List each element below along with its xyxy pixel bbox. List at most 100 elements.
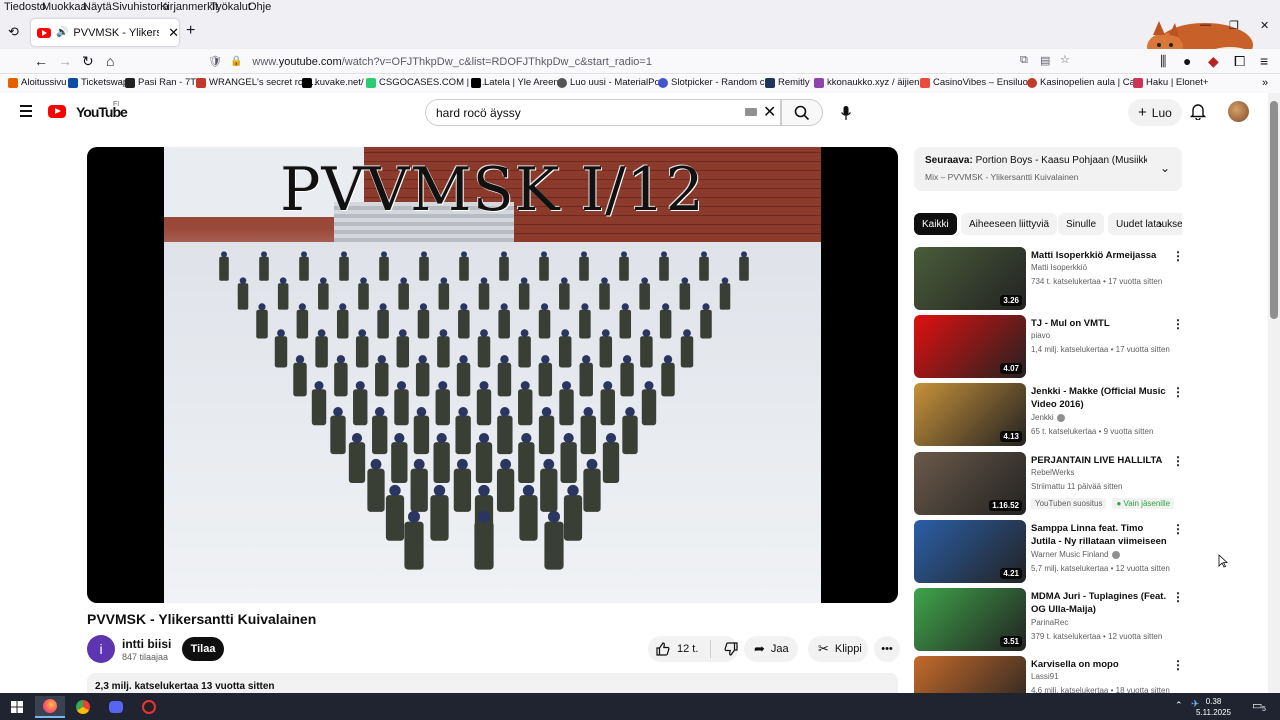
video-player[interactable]: PVVMSK I/12 <box>87 147 898 603</box>
taskbar-firefox-icon[interactable] <box>35 696 65 718</box>
menu-file[interactable]: Tiedosto <box>4 1 46 13</box>
recommendation-title[interactable]: PERJANTAIN LIVE HALLILTA <box>1031 454 1169 467</box>
bookmark-item[interactable]: Aloitussivu <box>8 77 66 88</box>
menu-help[interactable]: Ohje <box>248 1 271 13</box>
bookmark-item[interactable]: CasinoVibes – Ensiluo... <box>920 77 1036 88</box>
menu-tools[interactable]: Työkalut <box>210 1 251 13</box>
recommendation-channel[interactable]: RebelWerks <box>1031 468 1074 477</box>
recommendation-card[interactable]: 4.07 TJ - Mul on VMTL piavo 1,4 milj. katse… <box>914 315 1184 379</box>
more-options-icon[interactable]: ⋮ <box>1172 317 1184 331</box>
extension-icon[interactable]: ◆ <box>1208 53 1219 70</box>
reload-icon[interactable]: ↻ <box>82 53 94 70</box>
search-button[interactable] <box>781 99 823 126</box>
chevron-down-icon[interactable]: ⌄ <box>1160 161 1170 175</box>
recommendation-channel[interactable]: Warner Music Finland <box>1031 550 1120 559</box>
more-options-icon[interactable]: ⋮ <box>1172 522 1184 536</box>
tab-active[interactable]: 🔊 PVVMSK - Ylikersantti K ✕ <box>31 19 179 46</box>
speaker-icon[interactable]: 🔊 <box>56 27 68 38</box>
channel-name[interactable]: intti biisi <box>122 637 171 651</box>
notifications-bell-icon[interactable] <box>1190 103 1206 120</box>
recommendation-channel[interactable]: piavo <box>1031 331 1050 340</box>
chip-all[interactable]: Kaikki <box>914 213 957 235</box>
bookmark-item[interactable]: Kasinopelien aula | Ca... <box>1027 77 1143 88</box>
lock-icon[interactable]: 🔒 <box>230 56 242 67</box>
chip-for-you[interactable]: Sinulle <box>1058 213 1105 235</box>
subscribe-button[interactable]: Tilaa <box>182 637 224 661</box>
recommendation-card[interactable]: 4.21 Samppa Linna feat. Timo Jutila - Ny … <box>914 520 1184 584</box>
hamburger-menu-icon[interactable] <box>20 105 32 120</box>
firefox-view-icon[interactable]: ⟲ <box>8 24 19 40</box>
recommendation-channel[interactable]: Matti Isoperkkiö <box>1031 263 1087 272</box>
menu-icon[interactable]: ≡ <box>1260 53 1268 69</box>
chip-recent-uploads[interactable]: Uudet lataukset <box>1108 213 1182 235</box>
extensions-puzzle-icon[interactable]: ⧠ <box>1234 53 1245 70</box>
more-options-icon[interactable]: ⋮ <box>1172 385 1184 399</box>
video-thumbnail[interactable]: 1.16.52 <box>914 452 1026 515</box>
new-tab-button[interactable]: + <box>186 22 195 40</box>
recommendation-channel[interactable]: ParinaRec <box>1031 618 1068 627</box>
windows-start-icon[interactable] <box>2 696 32 718</box>
notifications-icon[interactable]: ▭ <box>1252 699 1262 712</box>
menu-view[interactable]: Näytä <box>83 1 112 13</box>
like-button[interactable]: 12 t. <box>648 642 704 656</box>
recommendation-title[interactable]: TJ - Mul on VMTL <box>1031 317 1169 330</box>
tracking-protection-icon[interactable]: 🛡 <box>208 55 222 68</box>
bookmark-item[interactable]: Luo uusi - MaterialPot <box>557 77 662 88</box>
up-next-panel[interactable]: Seuraava: Portion Boys - Kaasu Pohjaan (… <box>914 147 1182 191</box>
taskbar-clock[interactable]: 0.38 5.11.2025 <box>1196 696 1231 718</box>
close-tab-icon[interactable]: ✕ <box>168 25 179 41</box>
minimize-icon[interactable]: — <box>1200 19 1211 31</box>
restore-icon[interactable]: ❐ <box>1229 19 1239 32</box>
taskbar-discord-icon[interactable] <box>101 696 131 718</box>
recommendation-title[interactable]: MDMA Juri - Tuplagines (Feat. OG Ulla-Ma… <box>1031 590 1169 616</box>
user-avatar[interactable] <box>1228 101 1249 122</box>
chevron-right-icon[interactable]: › <box>1158 216 1162 231</box>
keyboard-icon[interactable] <box>745 108 757 116</box>
recommendation-title[interactable]: Karvisella on mopo <box>1031 658 1169 671</box>
recommendation-card[interactable]: 3.51 MDMA Juri - Tuplagines (Feat. OG Ull… <box>914 588 1184 652</box>
bookmark-item[interactable]: CSGOCASES.COM | O... <box>366 77 487 88</box>
video-thumbnail[interactable]: 4.07 <box>914 315 1026 378</box>
bookmark-star-icon[interactable]: ☆ <box>1060 53 1070 66</box>
scrollbar-thumb[interactable] <box>1270 101 1278 319</box>
back-icon[interactable]: ← <box>34 53 48 69</box>
bookmark-item[interactable]: Remitly <box>765 77 810 88</box>
share-button[interactable]: ➦ Jaa <box>744 636 798 662</box>
recommendation-title[interactable]: Jenkki - Makke (Official Music Video 201… <box>1031 385 1169 411</box>
tray-expand-icon[interactable]: ⌃ <box>1175 700 1183 711</box>
chip-related[interactable]: Aiheeseen liittyviä <box>961 213 1058 235</box>
window-close-icon[interactable]: ✕ <box>1260 19 1269 32</box>
clear-search-icon[interactable]: ✕ <box>763 102 776 122</box>
bookmark-item[interactable]: Slotpicker - Random c... <box>658 77 772 88</box>
dislike-button[interactable] <box>717 642 738 656</box>
home-icon[interactable]: ⌂ <box>106 53 114 69</box>
forward-icon[interactable]: → <box>58 53 72 69</box>
recommendation-title[interactable]: Matti Isoperkkiö Armeijassa <box>1031 249 1169 262</box>
bookmark-item[interactable]: Ticketswap <box>68 77 128 88</box>
bookmark-item[interactable]: Pasi Ran - 7TV <box>125 77 202 88</box>
more-options-icon[interactable]: ⋮ <box>1172 454 1184 468</box>
bookmark-item[interactable]: Haku | Elonet+ <box>1133 77 1208 88</box>
taskbar-app-icon[interactable] <box>134 696 164 718</box>
bookmark-item[interactable]: Latela | Yle Areena <box>471 77 564 88</box>
bookmark-item[interactable]: WRANGEL's secret roo... <box>196 77 316 88</box>
voice-search-button[interactable] <box>831 99 861 126</box>
bookmark-item[interactable]: kuvake.net/ <box>302 77 364 88</box>
library-icon[interactable]: ⫼ <box>1160 53 1166 70</box>
bookmarks-overflow-icon[interactable]: » <box>1262 77 1268 89</box>
video-thumbnail[interactable]: 3.51 <box>914 588 1026 651</box>
more-options-icon[interactable]: ⋮ <box>1172 590 1184 604</box>
create-button[interactable]: + Luo <box>1128 99 1182 126</box>
taskbar-chrome-icon[interactable] <box>68 696 98 718</box>
url-bar[interactable]: 🛡 🔒 www.youtube.com/watch?v=OFJThkpDw_c&… <box>200 51 1080 72</box>
recommendation-channel[interactable]: Jenkki <box>1031 413 1065 422</box>
translate-icon[interactable]: ⧉ <box>1020 54 1028 67</box>
account-icon[interactable]: ● <box>1183 53 1191 69</box>
recommendation-card[interactable]: 3.26 Matti Isoperkkiö Armeijassa Matti Iso… <box>914 247 1184 311</box>
video-thumbnail[interactable]: 4.21 <box>914 520 1026 583</box>
clip-button[interactable]: ✂ Klippi <box>808 636 868 662</box>
recommendation-title[interactable]: Samppa Linna feat. Timo Jutila - Ny rill… <box>1031 522 1169 548</box>
video-thumbnail[interactable]: 3.26 <box>914 247 1026 310</box>
more-options-icon[interactable]: ⋮ <box>1172 658 1184 672</box>
video-thumbnail[interactable]: 4.13 <box>914 383 1026 446</box>
